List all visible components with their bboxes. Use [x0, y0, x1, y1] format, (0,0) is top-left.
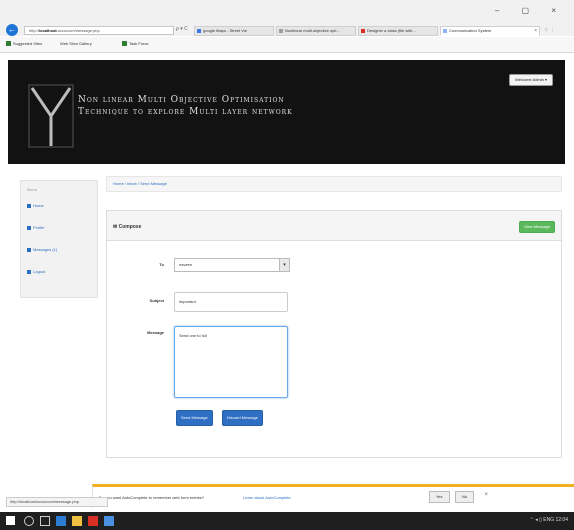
sidebar-item-profile[interactable]: Profile	[27, 225, 44, 230]
start-windows-icon[interactable]	[6, 516, 15, 525]
to-label: To	[159, 262, 164, 267]
sidebar-item-home[interactable]: Home	[27, 203, 44, 208]
url-prefix: http://	[29, 28, 40, 33]
address-bar[interactable]: http://localhost/uccs/com/message.php	[24, 26, 174, 35]
tab-label: Communication System	[449, 28, 492, 33]
to-select[interactable]: naveen ▾	[174, 258, 290, 272]
chevron-down-icon[interactable]: ▾	[279, 259, 289, 271]
site-header: Non linear Multi Objective Optimisation …	[8, 60, 565, 164]
site-title-line2: Technique to explore Multi layer network	[78, 107, 293, 117]
bookmark-icon	[6, 41, 11, 47]
screen: – ▢ × ← http://localhost/uccs/com/messag…	[0, 0, 574, 530]
autocomplete-notification: Do you want AutoComplete to remember web…	[92, 484, 574, 508]
folder-icon[interactable]	[72, 516, 82, 526]
site-logo-icon	[28, 84, 74, 148]
sidebar-item-label: Profile	[33, 225, 45, 230]
close-icon[interactable]: ×	[484, 492, 488, 498]
notification-link[interactable]: Learn about AutoComplete	[243, 495, 291, 500]
browser-icon[interactable]	[56, 516, 66, 526]
system-tray[interactable]: ⌃ ◂ ▯ ENG 12:04	[530, 517, 568, 523]
panel-title: ✉ Compose	[113, 224, 142, 230]
subject-label: Subject	[149, 298, 164, 303]
home-icon	[27, 203, 31, 208]
bookmark-web-slice[interactable]: Web Slice Gallery	[60, 41, 92, 46]
status-url: http://localhost/uccs/com/message.php	[6, 497, 108, 507]
page-icon	[443, 29, 447, 33]
tab-label: google Maps - Street Vie	[203, 28, 247, 33]
bookmark-icon	[122, 41, 127, 47]
bookmark-task-force[interactable]: Task Force	[122, 41, 149, 47]
logout-icon	[27, 269, 31, 274]
back-button[interactable]: ←	[6, 24, 18, 36]
search-icon[interactable]	[24, 516, 34, 526]
site-title-line1: Non linear Multi Objective Optimisation	[78, 95, 285, 105]
page-icon	[279, 29, 283, 33]
bookmark-label: Suggested Sites	[13, 41, 43, 46]
map-icon	[197, 29, 201, 33]
to-select-value: naveen	[179, 262, 193, 267]
bookmark-suggested-sites[interactable]: Suggested Sites	[6, 41, 43, 47]
view-message-button[interactable]: View Message	[519, 221, 555, 233]
close-icon[interactable]: ×	[534, 27, 537, 35]
tab-google-maps[interactable]: google Maps - Street Vie	[194, 26, 274, 36]
notification-yes-button[interactable]: Yes	[429, 491, 450, 503]
app-icon[interactable]	[88, 516, 98, 526]
address-tools[interactable]: ρ ▾ C	[176, 26, 188, 32]
bookmark-label: Task Force	[129, 41, 149, 46]
tab-nonlinear[interactable]: Nonlinear multi-objective opti...	[276, 26, 356, 36]
envelope-icon	[27, 247, 31, 252]
tab-label: Designer a class (file with...	[367, 28, 416, 33]
browser-tabbar: – ▢ × ← http://localhost/uccs/com/messag…	[0, 0, 574, 36]
sidebar-item-label: Messages (1)	[33, 247, 58, 252]
page-icon	[361, 29, 365, 33]
sidebar-item-logout[interactable]: Logout	[27, 269, 45, 274]
sidebar-item-label: Home	[33, 203, 44, 208]
send-message-button[interactable]: Send Message	[176, 410, 213, 426]
url-path: /uccs/com/message.php	[56, 28, 100, 33]
site-title: Non linear Multi Objective Optimisation …	[78, 94, 398, 118]
tab-communication-system[interactable]: Communication System ×	[440, 26, 540, 36]
tab-designer[interactable]: Designer a class (file with...	[358, 26, 438, 36]
toolbar-icons[interactable]: ☆ ⋮	[544, 27, 564, 35]
task-view-icon[interactable]	[40, 516, 50, 526]
sidebar: Menu Home Profile Messages (1) Logout	[20, 180, 98, 298]
notification-text: Do you want AutoComplete to remember web…	[99, 495, 205, 500]
taskbar: ⌃ ◂ ▯ ENG 12:04	[0, 512, 574, 530]
tab-label: Nonlinear multi-objective opti...	[285, 28, 340, 33]
sidebar-heading: Menu	[27, 187, 38, 192]
panel-header: ✉ Compose View Message	[107, 211, 561, 241]
bookmarks-bar: Suggested Sites Web Slice Gallery Task F…	[0, 37, 574, 53]
sidebar-item-label: Logout	[33, 269, 46, 274]
app-icon[interactable]	[104, 516, 114, 526]
message-label: Message	[147, 330, 164, 335]
subject-input[interactable]: important	[174, 292, 288, 312]
breadcrumb[interactable]: Home / Inbox / Send Message	[106, 176, 562, 192]
sidebar-item-messages[interactable]: Messages (1)	[27, 247, 57, 252]
message-textarea[interactable]: Send one to full	[174, 326, 288, 398]
url-host: localhost	[39, 28, 57, 33]
user-menu-button[interactable]: Welcome Admin ▾	[509, 74, 553, 86]
bookmark-label: Web Slice Gallery	[60, 41, 92, 46]
user-icon	[27, 225, 31, 230]
notification-no-button[interactable]: No	[455, 491, 475, 503]
discard-message-button[interactable]: Discard Message	[222, 410, 263, 426]
window-controls[interactable]: – ▢ ×	[495, 6, 566, 15]
